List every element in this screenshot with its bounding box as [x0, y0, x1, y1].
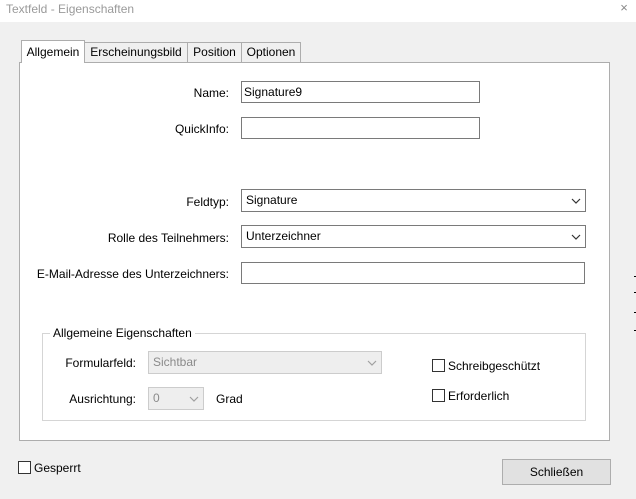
group-legend: Allgemeine Eigenschaften — [50, 326, 195, 340]
schreibgeschuetzt-checkbox[interactable] — [432, 359, 445, 372]
formularfeld-select: Sichtbar — [148, 351, 382, 374]
tab-position[interactable]: Position — [187, 42, 242, 62]
chevron-down-icon — [189, 396, 199, 402]
rolle-select[interactable]: Unterzeichner — [241, 225, 586, 248]
close-icon[interactable]: × — [612, 0, 636, 18]
tab-erscheinungsbild[interactable]: Erscheinungsbild — [84, 42, 188, 62]
tab-optionen[interactable]: Optionen — [241, 42, 301, 62]
grad-label: Grad — [216, 392, 243, 406]
quickinfo-label: QuickInfo: — [174, 122, 229, 136]
chevron-down-icon — [367, 360, 377, 366]
chevron-down-icon — [571, 198, 581, 204]
quickinfo-field[interactable] — [241, 117, 480, 139]
ausrichtung-label: Ausrichtung: — [69, 392, 136, 406]
email-field[interactable] — [241, 262, 585, 284]
rolle-value: Unterzeichner — [246, 229, 321, 243]
name-field[interactable]: Signature9 — [241, 81, 480, 103]
feldtyp-value: Signature — [246, 193, 298, 207]
ausrichtung-select: 0 — [148, 387, 204, 410]
formularfeld-label: Formularfeld: — [65, 356, 136, 370]
ausrichtung-value: 0 — [153, 391, 160, 405]
feldtyp-select[interactable]: Signature — [241, 189, 586, 212]
erforderlich-checkbox[interactable] — [432, 389, 445, 402]
tab-allgemein[interactable]: Allgemein — [21, 40, 85, 63]
rolle-label: Rolle des Teilnehmers: — [107, 231, 229, 245]
general-properties-group — [42, 333, 586, 421]
email-label: E-Mail-Adresse des Unterzeichners: — [36, 267, 229, 281]
close-button[interactable]: Schließen — [502, 459, 611, 485]
name-label: Name: — [193, 86, 229, 100]
gesperrt-checkbox[interactable] — [18, 461, 31, 474]
erforderlich-label[interactable]: Erforderlich — [448, 389, 509, 403]
formularfeld-value: Sichtbar — [153, 355, 198, 369]
gesperrt-label[interactable]: Gesperrt — [34, 461, 81, 475]
schreibgeschuetzt-label[interactable]: Schreibgeschützt — [448, 359, 540, 373]
chevron-down-icon — [571, 234, 581, 240]
window-title: Textfeld - Eigenschaften — [6, 2, 135, 16]
feldtyp-label: Feldtyp: — [186, 195, 229, 209]
